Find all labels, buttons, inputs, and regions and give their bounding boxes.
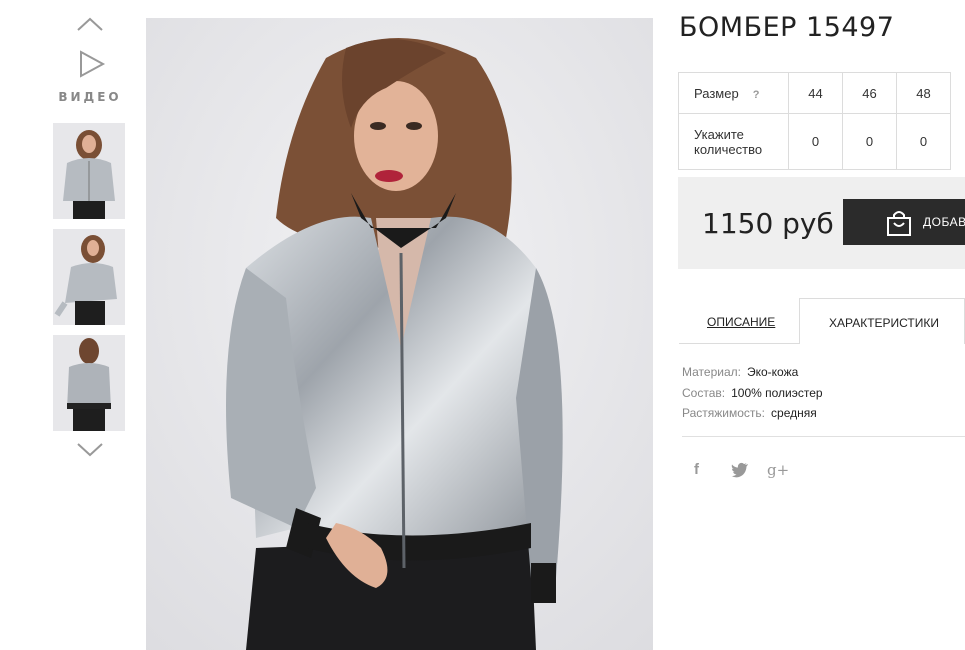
add-to-cart-label: ДОБАВ (923, 215, 965, 229)
product-thumbnail-3[interactable] (53, 335, 125, 431)
size-row-label: Размер? (678, 72, 789, 114)
spec-row-material: Материал: Эко-кожа (682, 365, 799, 379)
divider (682, 436, 965, 437)
facebook-icon[interactable]: f (694, 460, 714, 480)
spec-row-composition: Состав: 100% полиэстер (682, 385, 823, 400)
size-help-icon[interactable]: ? (753, 89, 760, 101)
size-option-44[interactable]: 44 (788, 72, 843, 114)
price: 1150 руб (702, 207, 834, 240)
tab-characteristics[interactable]: ХАРАКТЕРИСТИКИ (799, 298, 965, 344)
price-panel: 1150 руб ДОБАВ (678, 177, 965, 269)
shopping-bag-icon (887, 211, 911, 236)
twitter-icon[interactable] (730, 460, 750, 480)
main-product-image (146, 18, 653, 650)
chevron-up-icon[interactable] (77, 17, 103, 31)
quantity-row-label: Укажите количество (678, 113, 789, 170)
chevron-down-icon[interactable] (77, 443, 103, 457)
play-icon[interactable] (78, 50, 106, 78)
spec-row-stretch: Растяжимость: средняя (682, 406, 817, 420)
quantity-input-46[interactable]: 0 (842, 113, 897, 170)
tab-divider (679, 343, 799, 344)
tab-characteristics-label: ХАРАКТЕРИСТИКИ (829, 316, 940, 330)
video-label[interactable]: ВИДЕО (50, 90, 130, 104)
add-to-cart-button[interactable]: ДОБАВ (843, 199, 965, 245)
spec-list: Материал: Эко-кожа Состав: 100% полиэстер … (682, 362, 823, 424)
quantity-input-44[interactable]: 0 (788, 113, 843, 170)
googleplus-icon[interactable]: g+ (767, 460, 789, 480)
product-thumbnail-1[interactable] (53, 123, 125, 219)
product-thumbnail-2[interactable] (53, 229, 125, 325)
info-tabs: ОПИСАНИЕ ХАРАКТЕРИСТИКИ (679, 298, 965, 344)
quantity-input-48[interactable]: 0 (896, 113, 951, 170)
size-option-46[interactable]: 46 (842, 72, 897, 114)
tab-description[interactable]: ОПИСАНИЕ (707, 315, 775, 329)
product-title: БОМБЕР 15497 (679, 12, 895, 43)
size-option-48[interactable]: 48 (896, 72, 951, 114)
thumbnail-column: ВИДЕО (50, 0, 130, 650)
size-table: Размер? 44 46 48 Укажите количество 0 0 … (678, 72, 951, 170)
